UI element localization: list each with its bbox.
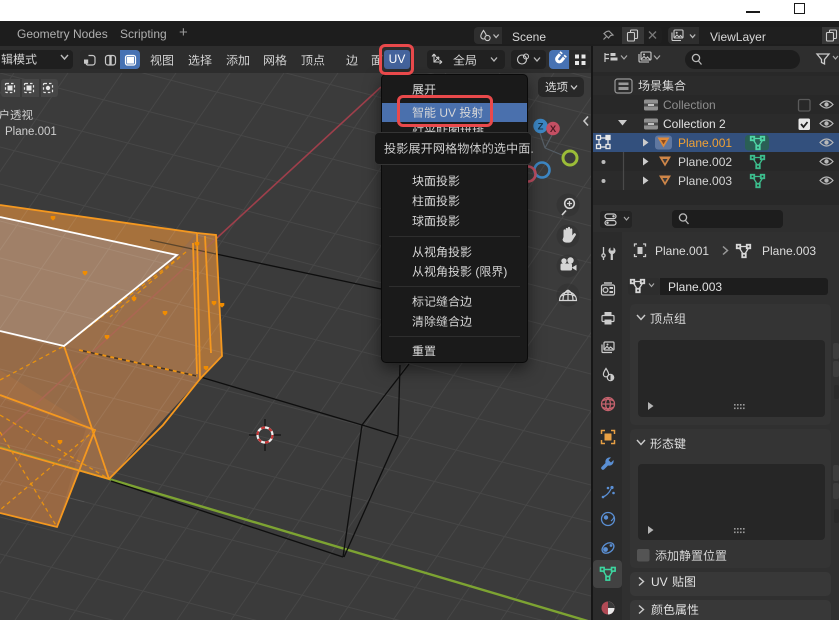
svg-text:Plane.003: Plane.003	[762, 244, 816, 258]
svg-text:Plane.002: Plane.002	[678, 155, 732, 169]
svg-text:X: X	[550, 124, 557, 135]
svg-text:Collection 2: Collection 2	[663, 117, 726, 131]
svg-text:Collection: Collection	[663, 98, 716, 112]
svg-text:Plane.003: Plane.003	[668, 280, 722, 294]
svg-text:UV: UV	[651, 575, 668, 589]
svg-text:Z: Z	[538, 122, 544, 133]
svg-text:Plane.001: Plane.001	[678, 136, 732, 150]
svg-text:Plane.001: Plane.001	[655, 244, 709, 258]
svg-text:Plane.003: Plane.003	[678, 174, 732, 188]
